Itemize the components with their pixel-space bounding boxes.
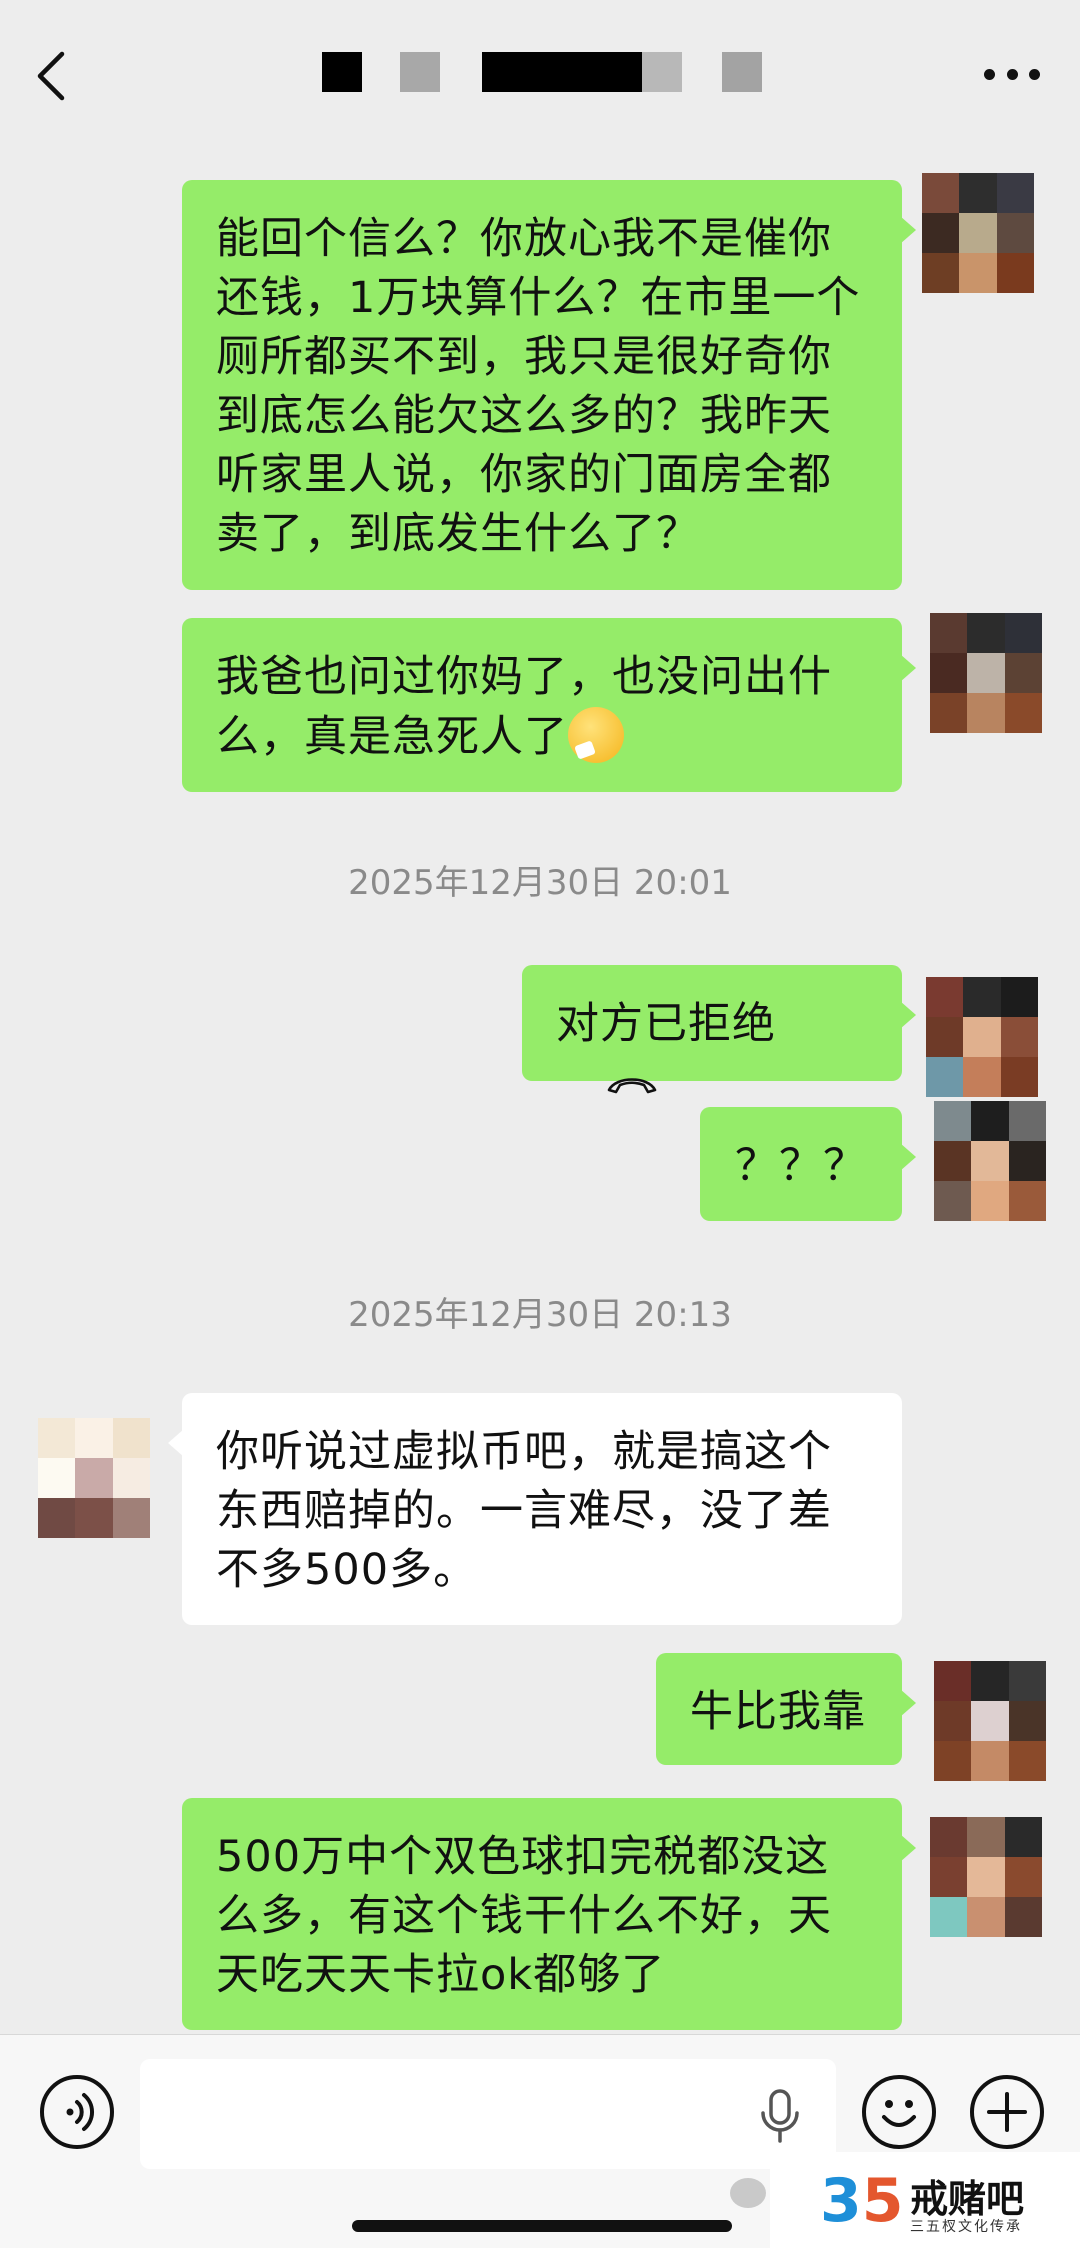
message-input[interactable]	[140, 2059, 836, 2169]
timestamp: 2025年12月30日 20:01	[348, 863, 732, 903]
smiley-icon[interactable]	[862, 2075, 936, 2149]
avatar[interactable]	[934, 1661, 1046, 1781]
more-options-icon[interactable]	[984, 62, 1040, 86]
watermark-logo: 35	[820, 2166, 904, 2236]
message-bubble-outgoing[interactable]: 我爸也问过你妈了，也没问出什么，真是急死人了	[182, 618, 916, 792]
watermark-name: 戒赌吧	[910, 2177, 1025, 2221]
voice-input-icon[interactable]	[40, 2075, 114, 2149]
message-text: 牛比我靠	[690, 1687, 866, 1737]
message-bubble-incoming[interactable]: 你听说过虚拟币吧，就是搞这个东西赔掉的。一言难尽，没了差不多500多。	[168, 1393, 902, 1625]
home-indicator	[352, 2220, 732, 2232]
call-rejected-bubble[interactable]: 对方已拒绝	[522, 965, 916, 1094]
message-text: 你听说过虚拟币吧，就是搞这个东西赔掉的。一言难尽，没了差不多500多。	[216, 1427, 832, 1595]
watermark: 35 戒赌吧 三五杈文化传承	[770, 2152, 1080, 2248]
crying-emoji-icon	[568, 707, 624, 763]
watermark-subtitle: 三五杈文化传承	[910, 2219, 1022, 2235]
message-bubble-outgoing[interactable]: 500万中个双色球扣完税都没这么多，有这个钱干什么不好，天天吃天天卡拉ok都够了	[182, 1798, 916, 2030]
message-text: ？？？	[735, 1141, 867, 1191]
avatar[interactable]	[934, 1101, 1046, 1221]
message-text: 对方已拒绝	[556, 999, 776, 1049]
chat-header	[0, 0, 1080, 135]
message-list: 能回个信么？你放心我不是催你还钱，1万块算什么？在市里一个厕所都买不到，我只是很…	[0, 135, 1080, 2035]
message-bubble-outgoing[interactable]: ？？？	[700, 1107, 916, 1221]
wechat-logo-icon	[730, 2178, 766, 2208]
plus-icon[interactable]	[970, 2075, 1044, 2149]
message-bubble-outgoing[interactable]: 能回个信么？你放心我不是催你还钱，1万块算什么？在市里一个厕所都买不到，我只是很…	[182, 180, 916, 590]
avatar[interactable]	[38, 1418, 150, 1538]
avatar[interactable]	[926, 977, 1038, 1097]
phone-hangup-icon	[607, 1078, 657, 1094]
chat-title-redacted	[0, 52, 1080, 92]
avatar[interactable]	[922, 173, 1034, 293]
microphone-icon[interactable]	[758, 2089, 802, 2143]
message-bubble-outgoing[interactable]: 牛比我靠	[656, 1653, 916, 1765]
message-text: 能回个信么？你放心我不是催你还钱，1万块算什么？在市里一个厕所都买不到，我只是很…	[216, 214, 861, 559]
message-text: 500万中个双色球扣完税都没这么多，有这个钱干什么不好，天天吃天天卡拉ok都够了	[216, 1832, 832, 2000]
avatar[interactable]	[930, 1817, 1042, 1937]
avatar[interactable]	[930, 613, 1042, 733]
message-text: 我爸也问过你妈了，也没问出什么，真是急死人了	[216, 652, 832, 762]
timestamp: 2025年12月30日 20:13	[348, 1295, 732, 1335]
